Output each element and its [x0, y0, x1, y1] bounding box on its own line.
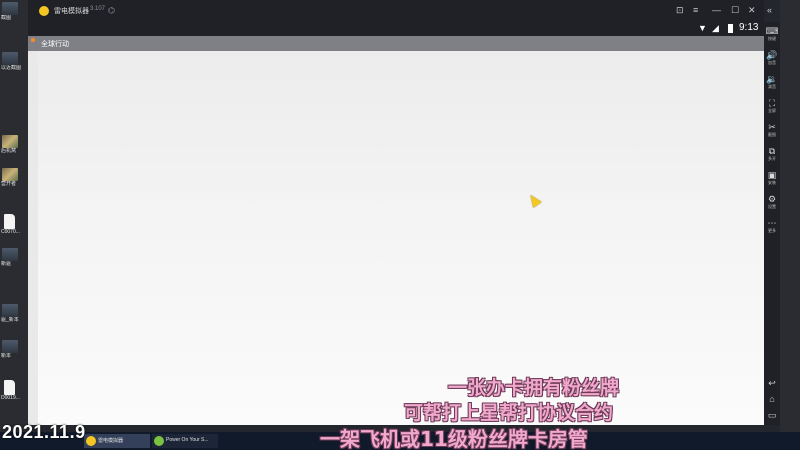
screen-record-icon[interactable]: ⊡ — [676, 5, 684, 15]
screen: 截图 以近截图 后机窝 营开者 C0070... 新驱 驱_新本 新本 D001… — [0, 0, 800, 450]
caption-line-3: 一架飞机或11级粉丝牌卡房管 — [320, 427, 588, 450]
caption-line-2: 可帮打上星帮打协议合约 — [404, 402, 614, 424]
tool-label: 减音 — [768, 84, 776, 89]
desktop-icon[interactable]: 截图 — [0, 2, 26, 21]
desktop-icon-label: 以近截图 — [1, 65, 22, 71]
desktop-icon[interactable]: C0070... — [0, 214, 26, 235]
emulator-logo-icon — [39, 6, 49, 16]
tool-label: 设置 — [768, 204, 776, 209]
taskbar-item-power[interactable]: Power On Your S... — [152, 434, 218, 448]
desktop-icon[interactable]: 新本 — [0, 340, 26, 359]
home-button[interactable]: ⌂ — [767, 394, 777, 404]
app-title: 全球行动 — [41, 41, 69, 48]
gamepad-icon[interactable]: ⌬ — [108, 6, 115, 15]
tool-volume-down[interactable]: 🔉 减音 — [764, 74, 780, 89]
desktop-icon-label: 营开者 — [1, 181, 17, 187]
desktop-icon-label: 截图 — [1, 15, 12, 21]
desktop-icon-label: 新驱 — [1, 261, 12, 267]
back-button[interactable]: ↩ — [767, 378, 777, 388]
wifi-icon: ▼ — [698, 23, 707, 33]
desktop-icon[interactable]: 以近截图 — [0, 52, 26, 71]
desktop-right-edge — [780, 0, 800, 432]
more-icon: ⋯ — [767, 218, 777, 228]
fullscreen-icon: ⛶ — [768, 98, 776, 108]
date-overlay: 2021.11.9 — [2, 422, 86, 442]
emulator-titlebar[interactable]: 雷电模拟器 3.107 ⌬ ⊡ ≡ — ☐ ✕ « — [28, 0, 772, 22]
file-icon — [2, 248, 18, 261]
scissors-icon: ✂ — [768, 122, 776, 132]
desktop-icon[interactable]: 营开者 — [0, 168, 26, 187]
menu-icon[interactable]: ≡ — [693, 5, 698, 15]
tool-fullscreen[interactable]: ⛶ 全屏 — [764, 98, 780, 113]
keyboard-icon: ⌨ — [765, 26, 779, 36]
tool-keyboard[interactable]: ⌨ 按键 — [764, 26, 780, 41]
tool-settings[interactable]: ⚙ 设置 — [764, 194, 780, 209]
tool-more[interactable]: ⋯ 更多 — [764, 218, 780, 233]
taskbar-item-emulator[interactable]: 雷电模拟器 — [84, 434, 150, 448]
taskbar-item-label: Power On Your S... — [166, 437, 209, 443]
image-thumbnail-icon — [2, 168, 18, 181]
desktop-icon[interactable]: D0019... — [0, 380, 26, 401]
tool-screenshot[interactable]: ✂ 截图 — [764, 122, 780, 137]
signal-icon: ◢ — [712, 23, 719, 33]
file-icon — [2, 52, 18, 65]
settings-icon: ⚙ — [767, 194, 777, 204]
document-icon — [4, 214, 15, 229]
tool-install[interactable]: ▣ 安装 — [764, 170, 780, 185]
tool-label: 全屏 — [768, 108, 776, 113]
emulator-logo-icon — [86, 436, 96, 446]
close-button[interactable]: ✕ — [748, 5, 756, 15]
install-icon: ▣ — [767, 170, 777, 180]
emulator-version: 3.107 — [90, 6, 106, 12]
emulator-title: 雷电模拟器 — [54, 8, 89, 15]
volume-up-icon: 🔊 — [766, 50, 778, 60]
android-status-bar: ▼ ◢ 9:13 — [28, 22, 764, 36]
tool-label: 加音 — [768, 60, 776, 65]
taskbar-item-label: 雷电模拟器 — [98, 438, 124, 444]
volume-down-icon: 🔉 — [766, 74, 778, 84]
tool-label: 按键 — [768, 36, 776, 41]
desktop-icon[interactable]: 驱_新本 — [0, 304, 26, 323]
collapse-sidebar-button[interactable]: « — [767, 5, 772, 15]
emulator-sidebar: ⌨ 按键 🔊 加音 🔉 减音 ⛶ 全屏 ✂ 截图 ⧉ 多开 ▣ 安装 ⚙ 设置 … — [764, 22, 780, 425]
document-icon — [4, 380, 15, 395]
tool-multi-open[interactable]: ⧉ 多开 — [764, 146, 780, 161]
app-frame — [28, 36, 38, 425]
desktop-icon-label: 驱_新本 — [1, 317, 19, 323]
app-logo-icon — [154, 436, 164, 446]
recents-button[interactable]: ▭ — [767, 410, 777, 420]
multi-open-icon: ⧉ — [768, 146, 776, 156]
file-icon — [2, 304, 18, 317]
file-icon — [2, 340, 18, 353]
maximize-button[interactable]: ☐ — [731, 5, 739, 15]
image-thumbnail-icon — [2, 135, 18, 148]
desktop-icon[interactable]: 新驱 — [0, 248, 26, 267]
desktop-icons-strip: 截图 以近截图 后机窝 营开者 C0070... 新驱 驱_新本 新本 D001… — [0, 0, 28, 432]
desktop-icon[interactable]: 后机窝 — [0, 135, 26, 154]
tool-volume-up[interactable]: 🔊 加音 — [764, 50, 780, 65]
tool-label: 安装 — [768, 180, 776, 185]
desktop-icon-label: C0070... — [1, 229, 20, 235]
battery-icon — [728, 24, 733, 33]
minimize-button[interactable]: — — [712, 5, 721, 15]
desktop-icon-label: D0019... — [1, 395, 20, 401]
tool-label: 截图 — [768, 132, 776, 137]
tool-label: 多开 — [768, 156, 776, 161]
file-icon — [2, 2, 18, 15]
status-clock: 9:13 — [739, 22, 759, 33]
desktop-icon-label: 新本 — [1, 353, 12, 359]
caption-line-1: 一张办卡拥有粉丝牌 — [448, 377, 620, 399]
desktop-icon-label: 后机窝 — [1, 148, 17, 154]
notification-dot-icon — [31, 38, 35, 42]
app-header: 全球行动 — [36, 36, 764, 51]
app-content-area[interactable] — [38, 51, 764, 425]
tool-label: 更多 — [768, 228, 776, 233]
